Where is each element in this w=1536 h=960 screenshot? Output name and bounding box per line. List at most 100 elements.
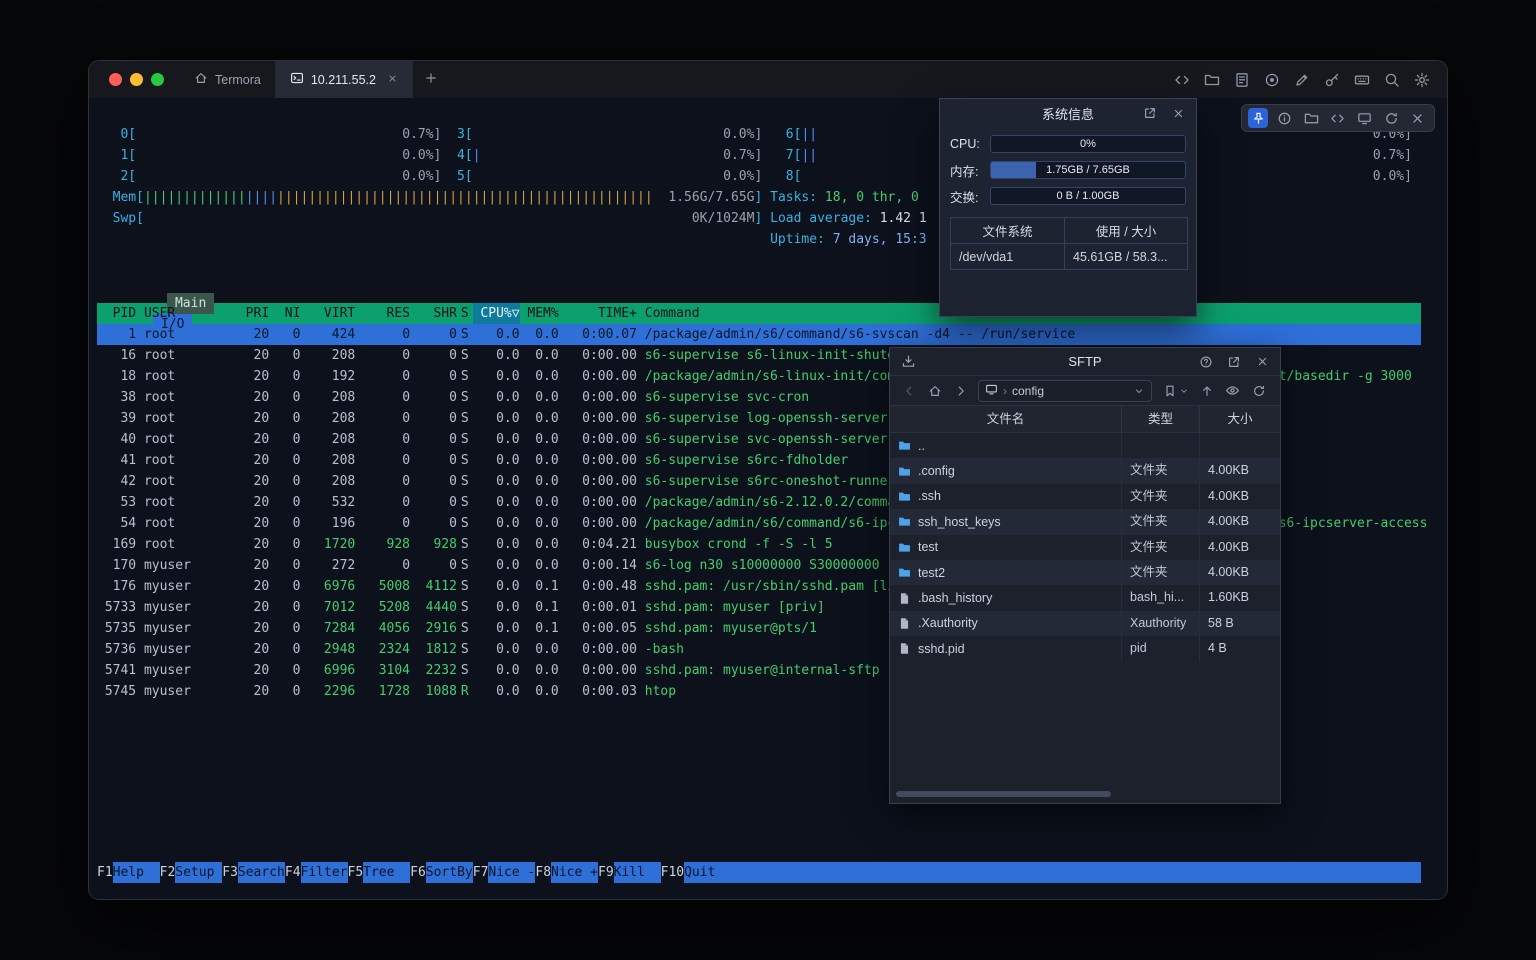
header-res[interactable]: RES bbox=[355, 303, 410, 324]
settings-icon[interactable] bbox=[1413, 71, 1431, 89]
process-row[interactable]: 1root20042400S0.00.00:00.07/package/admi… bbox=[97, 324, 1421, 345]
edit-icon[interactable] bbox=[1293, 71, 1311, 89]
show-hidden-icon[interactable] bbox=[1224, 382, 1241, 399]
minimize-window-button[interactable] bbox=[130, 73, 143, 86]
fkey-action-kill[interactable]: Kill bbox=[614, 862, 661, 883]
header-pri[interactable]: PRI bbox=[214, 303, 269, 324]
fkey-f7: F7 bbox=[473, 862, 489, 883]
file-row[interactable]: .config文件夹4.00KB bbox=[890, 458, 1280, 483]
help-icon[interactable] bbox=[1197, 353, 1215, 371]
header-mem[interactable]: MEM% bbox=[520, 303, 559, 324]
code-icon[interactable] bbox=[1328, 108, 1348, 128]
file-row[interactable]: ssh_host_keys文件夹4.00KB bbox=[890, 509, 1280, 534]
open-in-window-icon[interactable] bbox=[1225, 353, 1243, 371]
header-user[interactable]: USER bbox=[144, 303, 214, 324]
process-table-header[interactable]: PID USERPRINIVIRTRESSHRSCPU%▽MEM%TIME+ Com… bbox=[97, 303, 1421, 324]
column-size[interactable]: 大小 bbox=[1200, 406, 1280, 432]
pid-cell: 38 bbox=[97, 387, 136, 408]
header-cpu[interactable]: CPU%▽ bbox=[473, 303, 520, 324]
fkey-action-setup[interactable]: Setup bbox=[175, 862, 222, 883]
keyboard-icon[interactable] bbox=[1353, 71, 1371, 89]
file-row[interactable]: .ssh文件夹4.00KB bbox=[890, 484, 1280, 509]
zoom-window-button[interactable] bbox=[151, 73, 164, 86]
file-row[interactable]: .bash_historybash_hi...1.60KB bbox=[890, 585, 1280, 610]
log-icon[interactable] bbox=[1233, 71, 1251, 89]
fkey-f10: F10 bbox=[661, 862, 684, 883]
bookmark-dropdown-icon[interactable] bbox=[1179, 382, 1189, 399]
s-cell: S bbox=[457, 513, 473, 534]
pid-cell: 42 bbox=[97, 471, 136, 492]
header-virt[interactable]: VIRT bbox=[300, 303, 355, 324]
close-icon[interactable] bbox=[1408, 108, 1428, 128]
horizontal-scrollbar[interactable] bbox=[894, 789, 1276, 799]
header-ni[interactable]: NI bbox=[269, 303, 300, 324]
fkey-action-tree[interactable]: Tree bbox=[363, 862, 410, 883]
fkey-action-filter[interactable]: Filter bbox=[301, 862, 348, 883]
res-cell: 0 bbox=[355, 408, 410, 429]
titlebar-toolbar bbox=[1173, 61, 1447, 98]
file-row[interactable]: test文件夹4.00KB bbox=[890, 535, 1280, 560]
sftp-title: SFTP bbox=[890, 354, 1280, 369]
fkey-action-search[interactable]: Search bbox=[238, 862, 285, 883]
file-icon bbox=[898, 617, 911, 630]
header-shr[interactable]: SHR bbox=[410, 303, 457, 324]
close-panel-icon[interactable] bbox=[1169, 104, 1187, 122]
folder-icon[interactable] bbox=[1301, 108, 1321, 128]
fs-row[interactable]: /dev/vda1 45.61GB / 58.3... bbox=[951, 244, 1188, 270]
home-icon[interactable] bbox=[926, 382, 943, 399]
file-row[interactable]: .XauthorityXauthority58 B bbox=[890, 611, 1280, 636]
file-type: 文件夹 bbox=[1122, 535, 1200, 560]
close-sftp-icon[interactable] bbox=[1253, 353, 1271, 371]
path-breadcrumb[interactable]: › config bbox=[978, 380, 1152, 402]
forward-icon[interactable] bbox=[952, 382, 969, 399]
cpu-usage-bar: 0% bbox=[990, 135, 1186, 153]
close-tab-icon[interactable] bbox=[387, 73, 398, 87]
file-row[interactable]: test2文件夹4.00KB bbox=[890, 560, 1280, 585]
fkey-action-nice-[interactable]: Nice + bbox=[551, 862, 598, 883]
shr-cell: 2916 bbox=[410, 618, 457, 639]
pin-icon[interactable] bbox=[1248, 108, 1268, 128]
refresh-icon[interactable] bbox=[1250, 382, 1267, 399]
cmd-cell: sshd.pam: myuser@internal-sftp bbox=[645, 660, 880, 681]
search-icon[interactable] bbox=[1383, 71, 1401, 89]
file-type: bash_hi... bbox=[1122, 585, 1200, 610]
download-icon[interactable] bbox=[899, 353, 917, 371]
fkey-action-sortby[interactable]: SortBy bbox=[426, 862, 473, 883]
code-icon[interactable] bbox=[1173, 71, 1191, 89]
shr-cell: 0 bbox=[410, 513, 457, 534]
close-window-button[interactable] bbox=[109, 73, 122, 86]
file-row[interactable]: .. bbox=[890, 433, 1280, 458]
header-pid[interactable]: PID bbox=[97, 303, 136, 324]
fkey-action-help[interactable]: Help bbox=[113, 862, 160, 883]
virt-cell: 208 bbox=[300, 429, 355, 450]
time-cell: 0:00.00 bbox=[559, 408, 637, 429]
column-type[interactable]: 类型 bbox=[1122, 406, 1200, 432]
column-filename[interactable]: 文件名 bbox=[890, 406, 1122, 432]
new-tab-button[interactable] bbox=[413, 61, 449, 98]
res-cell: 0 bbox=[355, 450, 410, 471]
key-icon[interactable] bbox=[1323, 71, 1341, 89]
info-icon[interactable] bbox=[1275, 108, 1295, 128]
back-icon[interactable] bbox=[900, 382, 917, 399]
header-cmd[interactable]: Command bbox=[645, 303, 700, 324]
fkey-action-nice-[interactable]: Nice - bbox=[488, 862, 535, 883]
user-cell: root bbox=[144, 387, 214, 408]
folder-icon[interactable] bbox=[1203, 71, 1221, 89]
pri-cell: 20 bbox=[214, 492, 269, 513]
fkey-action-quit[interactable]: Quit bbox=[684, 862, 731, 883]
pid-cell: 16 bbox=[97, 345, 136, 366]
header-s[interactable]: S bbox=[457, 303, 473, 324]
tab-session[interactable]: 10.211.55.2 bbox=[276, 61, 413, 98]
chevron-down-icon[interactable] bbox=[1133, 385, 1145, 397]
parent-directory-icon[interactable] bbox=[1198, 382, 1215, 399]
open-in-window-icon[interactable] bbox=[1141, 104, 1159, 122]
refresh-icon[interactable] bbox=[1381, 108, 1401, 128]
monitor-icon[interactable] bbox=[1355, 108, 1375, 128]
file-row[interactable]: sshd.pidpid4 B bbox=[890, 636, 1280, 661]
header-time[interactable]: TIME+ bbox=[559, 303, 637, 324]
scrollbar-thumb[interactable] bbox=[896, 791, 1111, 797]
memory-label: 内存: bbox=[950, 161, 986, 180]
record-icon[interactable] bbox=[1263, 71, 1281, 89]
bookmark-icon[interactable] bbox=[1161, 382, 1178, 399]
tab-termora[interactable]: Termora bbox=[180, 61, 276, 98]
